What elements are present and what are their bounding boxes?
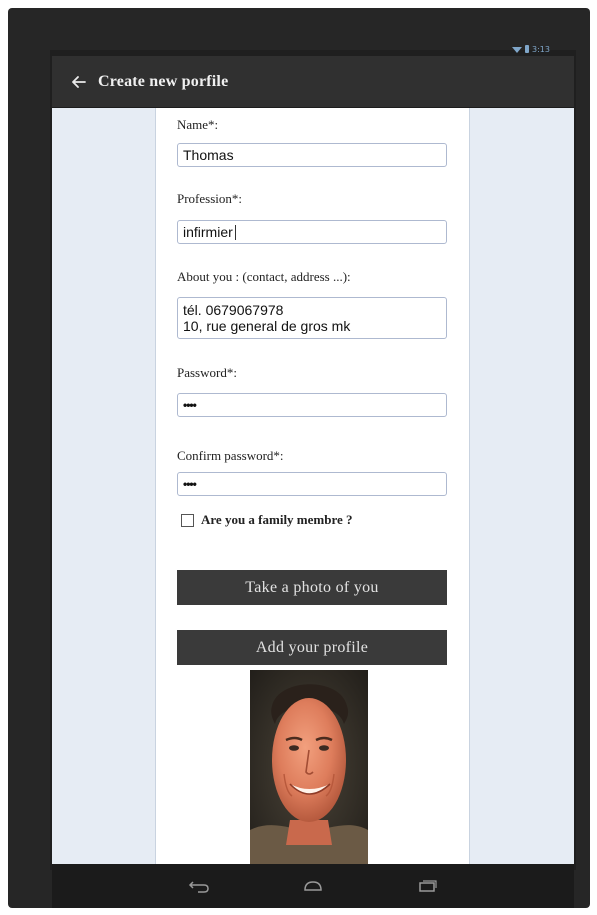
profession-field[interactable]: infirmier [177,220,447,244]
about-line-1: tél. 0679067978 [183,302,284,318]
name-field[interactable]: Thomas [177,143,447,167]
name-value: Thomas [183,147,234,163]
confirm-password-value: •••• [183,477,197,491]
nav-recents-icon[interactable] [414,877,440,895]
profession-value: infirmier [183,224,233,240]
confirm-password-label: Confirm password*: [177,448,284,463]
wifi-icon [512,47,522,53]
nav-back-icon[interactable] [186,877,212,895]
confirm-password-field[interactable]: •••• [177,472,447,496]
text-cursor [234,224,236,240]
about-field[interactable]: tél. 0679067978 10, rue general de gros … [177,297,447,339]
page-title: Create new porfile [98,72,229,90]
name-label: Name*: [177,117,219,132]
password-value: •••• [183,398,197,412]
about-line-2: 10, rue general de gros mk [183,318,351,334]
password-field[interactable]: •••• [177,393,447,417]
main-content: Name*: Thomas Profession*: infirmier Abo… [52,108,574,864]
status-bar: 3:13 [512,42,550,56]
form-panel: Name*: Thomas Profession*: infirmier Abo… [155,108,470,864]
family-member-checkbox[interactable] [181,513,194,527]
take-photo-button[interactable]: Take a photo of you [177,570,447,605]
profile-photo [250,670,368,864]
status-time: 3:13 [532,44,550,54]
arrow-back-icon[interactable] [70,73,88,91]
family-member-option[interactable]: Are you a family membre ? [181,512,353,528]
system-nav-bar [52,864,574,908]
profession-label: Profession*: [177,191,242,206]
about-label: About you : (contact, address ...): [177,269,351,284]
password-label: Password*: [177,365,237,380]
app-bar: Create new porfile [52,56,574,109]
battery-icon [525,45,529,53]
nav-home-icon[interactable] [300,877,326,895]
family-member-label: Are you a family membre ? [201,512,353,527]
add-profile-button[interactable]: Add your profile [177,630,447,665]
